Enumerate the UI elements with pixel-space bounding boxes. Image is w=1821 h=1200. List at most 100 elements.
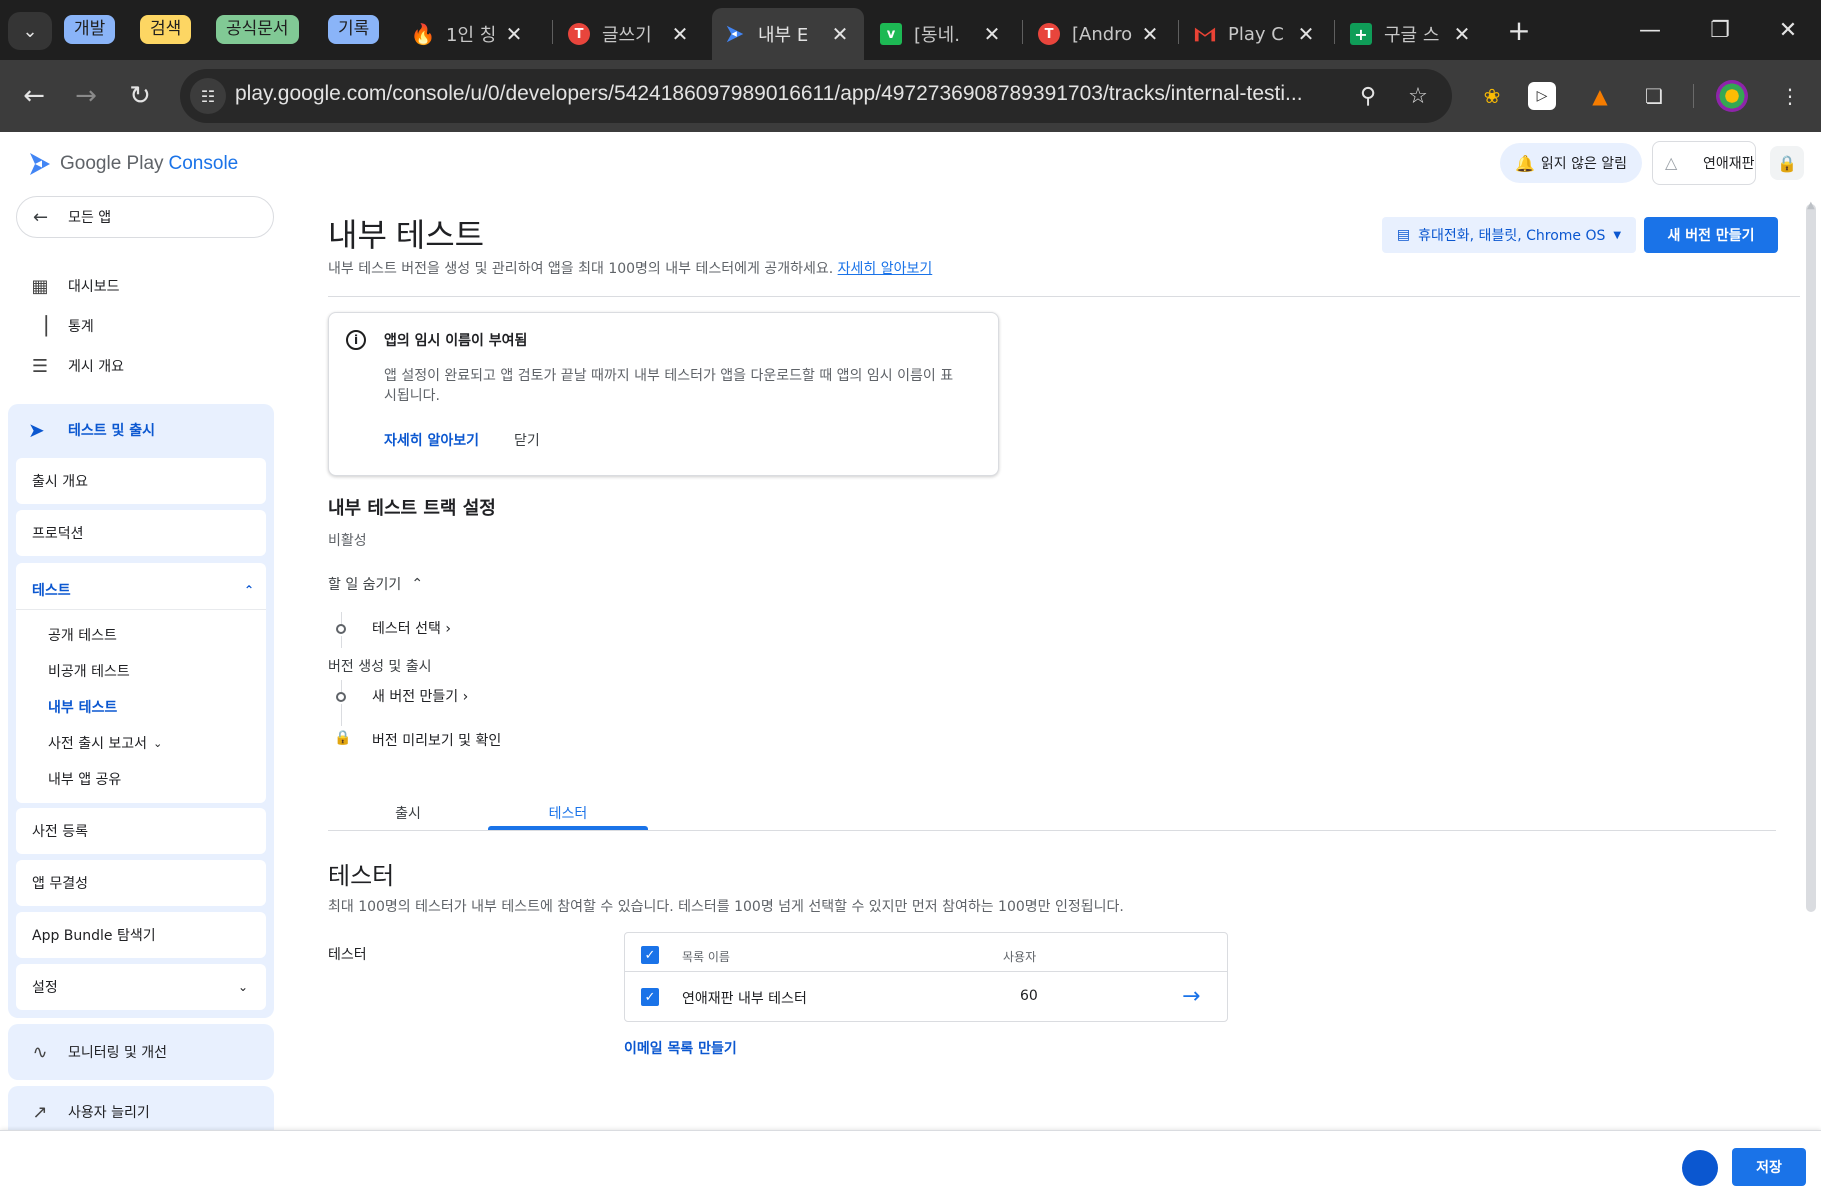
info-banner-body: 앱 설정이 완료되고 앱 검토가 끝날 때까지 내부 테스터가 앱을 다운로드할… [384,368,954,404]
browser-tab[interactable]: Play C ✕ [1186,8,1326,60]
play-console-icon [724,23,746,45]
step-select-testers[interactable]: 테스터 선택 › [372,618,451,638]
tab-group-dev[interactable]: 개발 [64,15,116,44]
notifications-label: 읽지 않은 알림 [1540,156,1628,172]
close-icon[interactable]: ✕ [828,22,852,46]
save-button[interactable]: 저장 [1732,1148,1806,1186]
sidebar-item-label: 내부 앱 공유 [48,772,122,788]
info-close-button[interactable]: 닫기 [514,430,540,450]
back-button[interactable]: ← [14,76,54,116]
extension-character-icon[interactable]: ▲ [1582,78,1618,114]
close-icon[interactable]: ✕ [1450,22,1474,46]
create-email-list-button[interactable]: 이메일 목록 만들기 [624,1038,737,1058]
select-all-checkbox[interactable]: ✓ [641,946,659,964]
monitoring-icon: ∿ [32,1041,48,1063]
reload-icon: ↻ [129,81,151,111]
restore-button[interactable]: ❐ [1690,10,1750,50]
tab-group-search[interactable]: 검색 [140,15,192,44]
tab-title: 글쓰기 [602,25,652,46]
sidebar-item-app-integrity[interactable]: 앱 무결성 [16,860,266,906]
sidebar-item-release-overview[interactable]: 출시 개요 [16,458,266,504]
step-new-release[interactable]: 새 버전 만들기 › [372,686,468,706]
new-release-button[interactable]: 새 버전 만들기 [1644,217,1778,253]
chevron-up-icon: ⌃ [411,576,424,592]
sidebar-item-pre-registration[interactable]: 사전 등록 [16,808,266,854]
sidebar-item-internal-app-sharing[interactable]: 내부 앱 공유 [48,767,121,791]
sidebar-item-dashboard[interactable]: ▦ 대시보드 [28,271,119,301]
site-info-button[interactable]: ☷ [190,78,226,114]
bar-chart-icon: ▕ [33,315,47,337]
tab-group-records[interactable]: 기록 [328,15,380,44]
browser-tab[interactable]: + 구글 스 ✕ [1342,8,1482,60]
account-name: 연애재판 [1703,156,1755,172]
account-switcher[interactable]: △ 연애재판 [1652,141,1756,185]
sidebar-item-settings[interactable]: 설정 ⌄ [16,964,266,1010]
main-scrollbar[interactable] [1806,204,1816,912]
close-icon[interactable]: ✕ [1138,22,1162,46]
learn-more-link[interactable]: 자세히 알아보기 [838,261,933,277]
profile-avatar[interactable] [1716,80,1748,112]
close-icon[interactable]: ✕ [502,22,526,46]
browser-tab[interactable]: T [Andro ✕ [1030,8,1170,60]
publishing-icon: ☰ [31,355,49,377]
zoom-button[interactable]: ⚲ [1352,80,1384,112]
play-console-logo[interactable]: Google Play Console [28,148,238,180]
browser-tab[interactable]: v [동네․ ✕ [872,8,1012,60]
sidebar-item-publishing[interactable]: ☰ 게시 개요 [28,351,124,381]
browser-tab-active[interactable]: 내부 E ✕ [712,8,864,60]
extensions-puzzle-icon[interactable]: ❏ [1636,78,1672,114]
tab-releases[interactable]: 출시 [328,796,488,830]
device-type-label: 휴대전화, 태블릿, Chrome OS [1418,228,1606,244]
sidebar-item-bundle-explorer[interactable]: App Bundle 탐색기 [16,912,266,958]
notifications-button[interactable]: 🔔 읽지 않은 알림 [1500,143,1642,183]
sidebar-item-test-release[interactable]: ➤ 테스트 및 출시 [28,415,155,445]
sidebar-item-label: 내부 테스트 [48,700,118,716]
sidebar-item-statistics[interactable]: ▕ 통계 [28,311,94,341]
new-tab-button[interactable]: + [1501,12,1537,48]
sidebar-item-testing[interactable]: 테스트 ⌃ [32,578,254,602]
minimize-button[interactable]: — [1620,10,1680,50]
forward-button[interactable]: → [66,76,106,116]
hide-todo-toggle[interactable]: 할 일 숨기기 ⌃ [328,574,423,594]
close-icon[interactable]: ✕ [980,22,1004,46]
info-learn-more-button[interactable]: 자세히 알아보기 [384,430,479,450]
open-list-arrow-icon[interactable]: → [1182,984,1200,1009]
row-checkbox[interactable]: ✓ [641,988,659,1006]
minimize-icon: — [1639,17,1661,43]
all-apps-button[interactable]: ← 모든 앱 [16,196,274,238]
extension-color-icon[interactable]: ❀ [1474,78,1510,114]
browser-tab[interactable]: T 글쓰기 ✕ [560,8,700,60]
scroll-up-icon[interactable]: ▲ [1807,200,1815,211]
sidebar-item-internal-testing[interactable]: 내부 테스트 [48,695,117,719]
sidebar-item-monitoring[interactable]: ∿ 모니터링 및 개선 [28,1037,167,1067]
sheets-icon: + [1350,23,1372,45]
close-icon[interactable]: ✕ [668,22,692,46]
bell-icon: 🔔 [1514,153,1535,173]
close-icon[interactable]: ✕ [1294,22,1318,46]
lock-button[interactable]: 🔒 [1770,146,1804,180]
tab-group-docs[interactable]: 공식문서 [216,15,299,44]
sidebar-item-closed-testing[interactable]: 비공개 테스트 [48,659,130,683]
step-connector [341,704,342,726]
v-icon: v [880,23,902,45]
testers-description: 최대 100명의 테스터가 내부 테스트에 참여할 수 있습니다. 테스터를 1… [328,899,1124,915]
bookmark-button[interactable]: ☆ [1402,80,1434,112]
sidebar-item-prelaunch-report[interactable]: 사전 출시 보고서 ⌄ [48,731,162,755]
divider [328,296,1800,297]
browser-menu-button[interactable]: ⋮ [1772,78,1808,114]
tab-search-button[interactable]: ⌄ [8,12,52,50]
reload-button[interactable]: ↻ [120,76,160,116]
sidebar-item-production[interactable]: 프로덕션 [16,510,266,556]
sidebar-item-grow-users[interactable]: ↗ 사용자 늘리기 [28,1097,149,1127]
device-type-selector[interactable]: ▤ 휴대전화, 태블릿, Chrome OS ▼ [1382,217,1636,253]
url-text[interactable]: play.google.com/console/u/0/developers/5… [235,82,1335,106]
plus-icon: + [1507,13,1531,47]
close-window-button[interactable]: ✕ [1758,10,1818,50]
sidebar-item-open-testing[interactable]: 공개 테스트 [48,623,117,647]
table-cell-list-name: 연애재판 내부 테스터 [682,991,807,1007]
chevron-right-icon: › [445,621,451,637]
tab-testers[interactable]: 테스터 [488,796,648,830]
browser-tab[interactable]: 🔥 1인 칭 ✕ [404,8,534,60]
extension-box-icon[interactable]: ▷ [1528,82,1556,110]
check-icon: ✓ [644,989,656,1005]
